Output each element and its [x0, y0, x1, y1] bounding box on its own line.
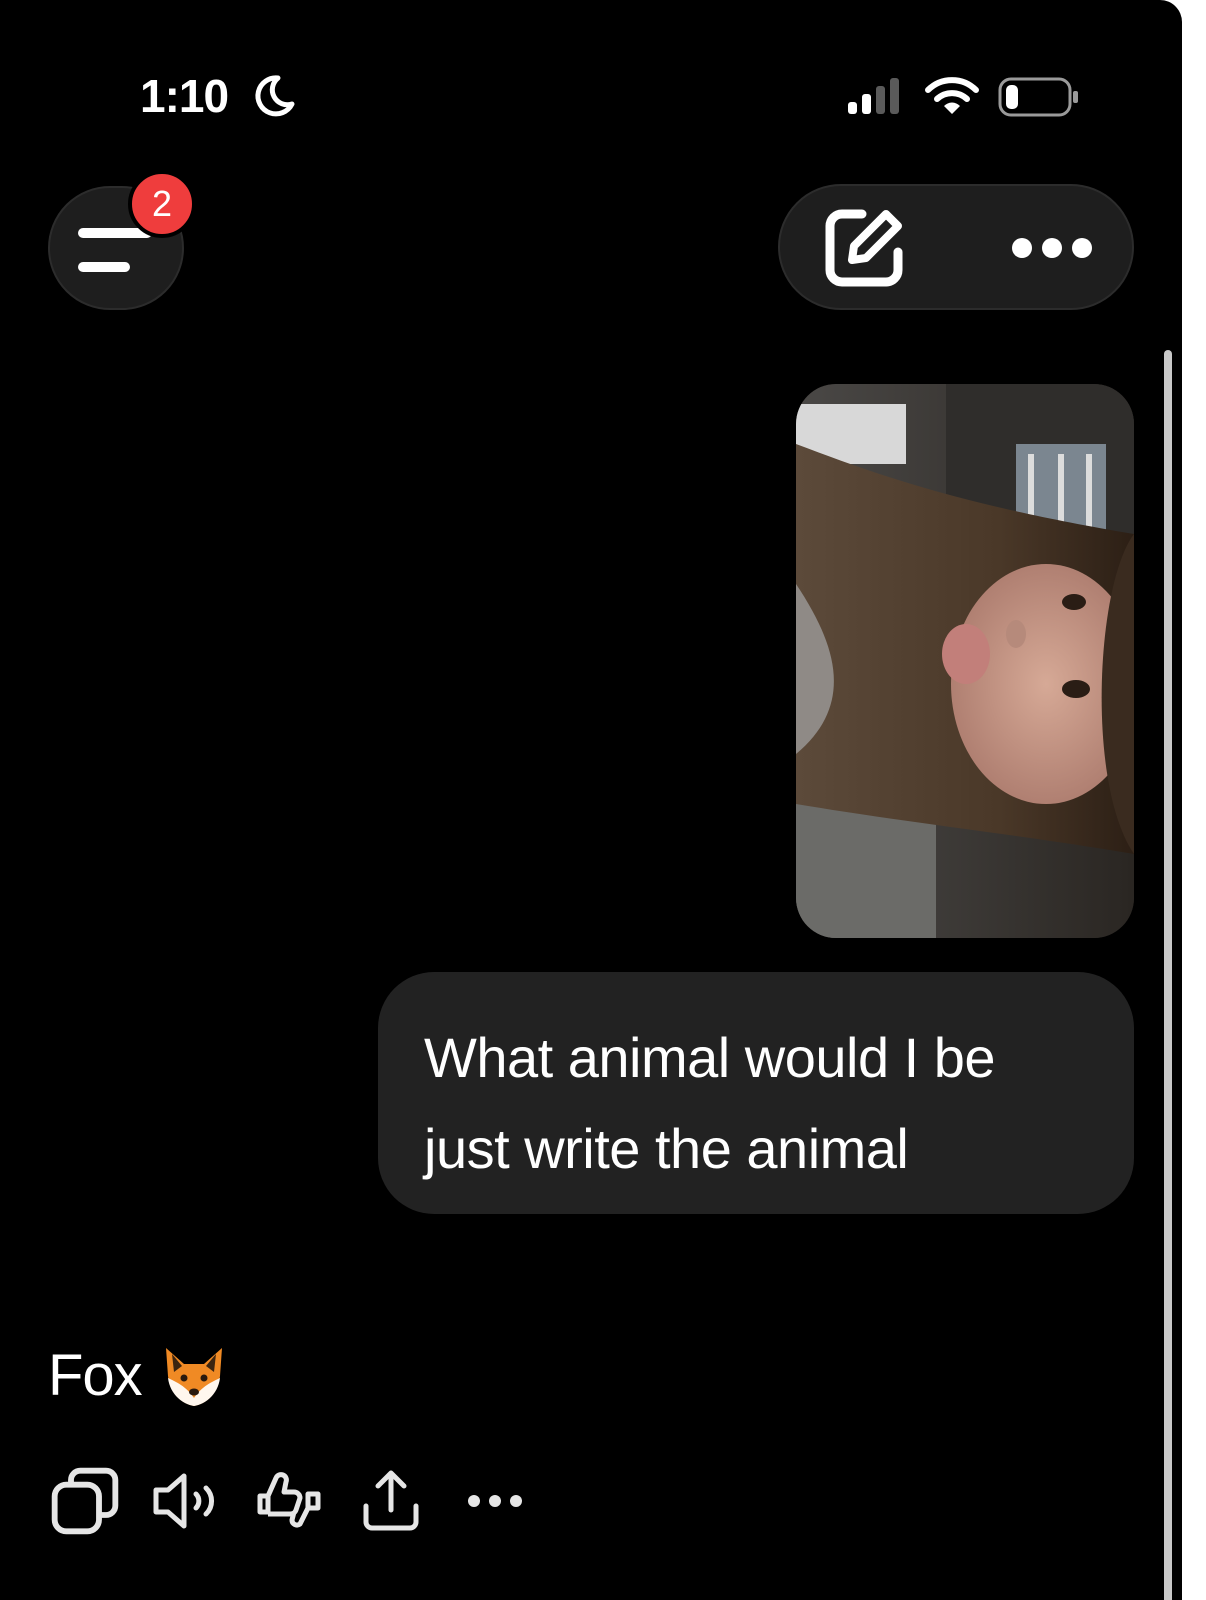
thumbs-feedback-icon[interactable]: [254, 1466, 324, 1536]
user-message-bubble[interactable]: What animal would I be just write the an…: [378, 972, 1134, 1214]
wifi-icon: [925, 77, 979, 114]
battery-icon: [998, 77, 1078, 117]
fox-face-emoji: [165, 1348, 222, 1406]
chat-screen: 1:10 2 What animal would I be just write…: [0, 0, 1182, 1600]
user-message-text: What animal would I be just write the an…: [424, 1026, 996, 1180]
assistant-reply-text: Fox: [48, 1343, 143, 1408]
share-icon[interactable]: [356, 1466, 426, 1536]
scrollbar[interactable]: [1164, 350, 1172, 1600]
notification-badge: 2: [128, 170, 196, 238]
user-uploaded-photo[interactable]: [796, 384, 1134, 938]
copy-icon[interactable]: [50, 1466, 120, 1536]
read-aloud-icon[interactable]: [150, 1466, 220, 1536]
assistant-reply: Fox: [48, 1340, 228, 1412]
edit-icon[interactable]: [822, 206, 906, 290]
more-horizontal-icon[interactable]: [460, 1466, 530, 1536]
moon-icon: [255, 75, 295, 117]
status-time: 1:10: [140, 70, 229, 122]
more-horizontal-icon[interactable]: [1010, 228, 1094, 268]
photo-thumbnail: [796, 384, 1134, 938]
cellular-signal-icon: [848, 78, 899, 114]
